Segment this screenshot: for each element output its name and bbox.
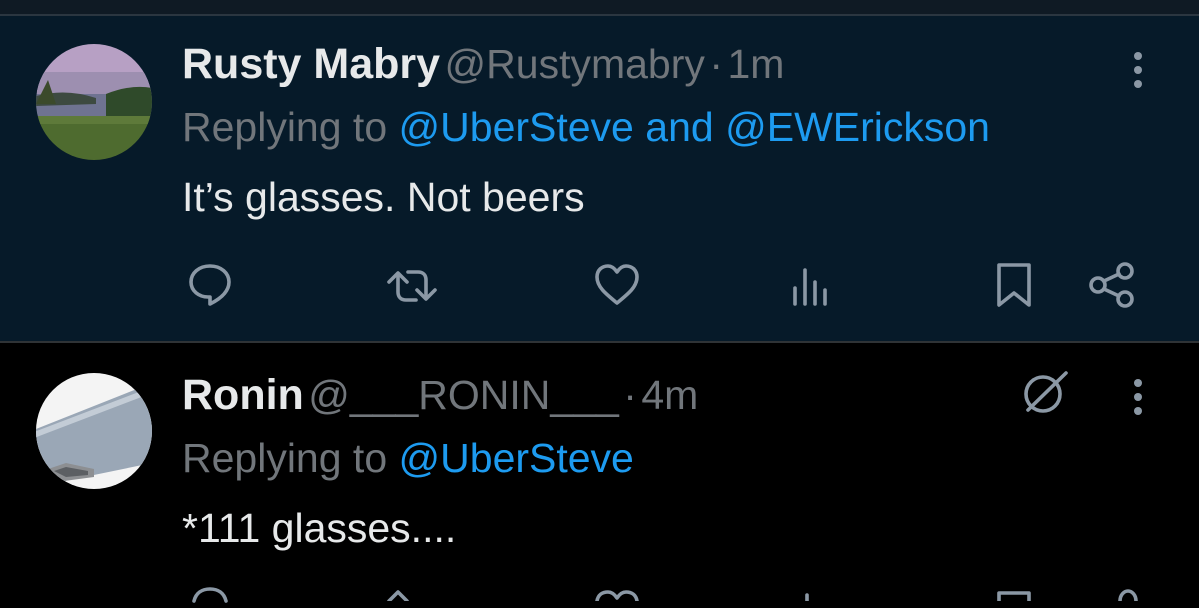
mention-link[interactable]: @UberSteve xyxy=(399,104,634,150)
tweet-highlighted[interactable]: Rusty Mabry @Rustymabry · 1m Replying to… xyxy=(0,16,1199,341)
mention-link[interactable]: @UberSteve xyxy=(399,435,634,481)
like-icon[interactable] xyxy=(592,261,642,314)
author-name[interactable]: Ronin xyxy=(182,371,304,419)
retweet-icon[interactable] xyxy=(384,262,440,315)
bookmark-icon[interactable] xyxy=(994,587,1034,606)
views-icon[interactable] xyxy=(791,262,831,315)
bookmark-icon[interactable] xyxy=(994,261,1034,314)
previous-tweet-strip xyxy=(0,0,1199,14)
author-handle[interactable]: @___RONIN___ xyxy=(308,372,619,418)
tweet-header: Rusty Mabry @Rustymabry · 1m xyxy=(182,40,784,89)
separator-dot: · xyxy=(709,41,723,87)
tweet-text: *111 glasses.... xyxy=(182,505,457,551)
replying-to-line: Replying to @UberSteve xyxy=(182,435,634,482)
separator-dot: · xyxy=(623,372,637,418)
replying-label: Replying to xyxy=(182,104,388,150)
tweet[interactable]: Ronin @___RONIN___ · 4m Replying to @Ube… xyxy=(0,343,1199,603)
mention-link[interactable]: @EWErickson xyxy=(725,104,990,150)
reply-icon[interactable] xyxy=(186,260,234,313)
timestamp[interactable]: 1m xyxy=(727,41,784,87)
timestamp[interactable]: 4m xyxy=(641,372,698,418)
views-icon[interactable] xyxy=(803,587,823,606)
replying-label: Replying to xyxy=(182,435,388,481)
author-name[interactable]: Rusty Mabry xyxy=(182,40,440,88)
circle-slash-icon[interactable] xyxy=(1018,367,1072,422)
share-icon[interactable] xyxy=(1112,585,1142,606)
avatar[interactable] xyxy=(36,44,152,160)
like-icon[interactable] xyxy=(592,587,642,606)
tweet-header: Ronin @___RONIN___ · 4m xyxy=(182,371,698,420)
retweet-icon[interactable] xyxy=(384,587,440,606)
more-options-icon[interactable] xyxy=(1131,379,1145,421)
share-icon[interactable] xyxy=(1086,260,1138,315)
more-options-icon[interactable] xyxy=(1131,52,1145,94)
replying-to-line: Replying to @UberSteve and @EWErickson xyxy=(182,104,990,151)
mention-joiner[interactable]: and xyxy=(645,104,713,150)
author-handle[interactable]: @Rustymabry xyxy=(445,41,705,87)
reply-icon[interactable] xyxy=(186,583,234,608)
tweet-text: It’s glasses. Not beers xyxy=(182,174,585,220)
avatar[interactable] xyxy=(36,373,152,489)
